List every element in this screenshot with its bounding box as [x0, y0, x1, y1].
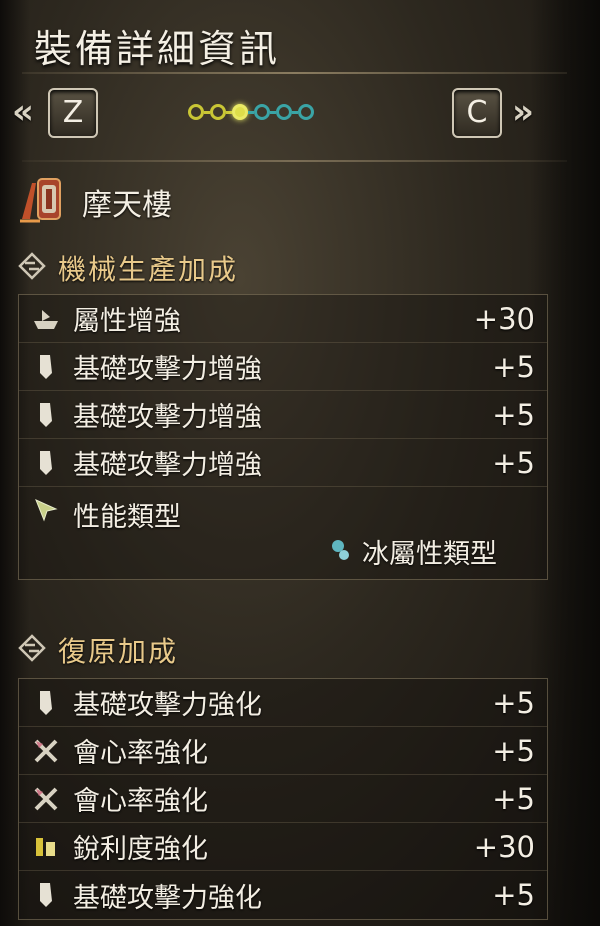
- list-item[interactable]: 基礎攻擊力增強 +5: [19, 343, 547, 391]
- section-title: 機械生產加成: [58, 253, 239, 286]
- nav-right-arrow[interactable]: »: [512, 92, 534, 132]
- bonus-label: 屬性增強: [73, 306, 181, 337]
- list-item[interactable]: 會心率強化 +5: [19, 775, 547, 823]
- blade-icon: [31, 880, 61, 910]
- augment-crest-icon: [18, 252, 46, 284]
- bonus-label: 基礎攻擊力強化: [73, 882, 262, 914]
- page-dot[interactable]: [276, 104, 292, 120]
- ice-element-icon: [330, 538, 352, 566]
- list-item[interactable]: 基礎攻擊力增強 +5: [19, 439, 547, 487]
- machine-bonus-list: 屬性增強 +30 基礎攻擊力增強 +5 基礎攻擊力增強 +5 基礎攻擊力增強 +…: [18, 294, 548, 580]
- page-indicator: [188, 102, 314, 122]
- blade-icon: [31, 688, 61, 718]
- item-name: 摩天樓: [82, 188, 172, 223]
- section-title: 復原加成: [58, 635, 179, 668]
- section-header-machine: 機械生產加成: [18, 248, 238, 288]
- performance-sub-label: 冰屬性類型: [362, 539, 497, 570]
- bonus-label: 基礎攻擊力增強: [73, 450, 262, 481]
- performance-type-row[interactable]: 性能類型 冰屬性類型: [19, 487, 547, 579]
- page-dot[interactable]: [210, 104, 226, 120]
- prev-key-button[interactable]: Z: [48, 88, 98, 138]
- bonus-label: 基礎攻擊力增強: [73, 354, 262, 385]
- equipment-detail-panel: 裝備詳細資訊 « Z C » 摩天樓 機械生產加成 屬性增強 +30 基礎攻擊力…: [12, 0, 572, 926]
- blade-icon: [31, 400, 61, 430]
- bonus-label: 銳利度強化: [73, 834, 208, 865]
- performance-value: 冰屬性類型: [330, 532, 497, 571]
- next-key-button[interactable]: C: [452, 88, 502, 138]
- sharpness-icon: [31, 832, 61, 862]
- crossed-swords-icon: [31, 736, 61, 766]
- list-item[interactable]: 基礎攻擊力增強 +5: [19, 391, 547, 439]
- page-title: 裝備詳細資訊: [34, 27, 281, 71]
- crossed-swords-icon: [31, 784, 61, 814]
- blade-icon: [31, 352, 61, 382]
- list-item[interactable]: 銳利度強化 +30: [19, 823, 547, 871]
- list-item[interactable]: 會心率強化 +5: [19, 727, 547, 775]
- performance-label: 性能類型: [73, 502, 181, 533]
- bonus-value: +5: [492, 733, 535, 768]
- bonus-value: +30: [473, 301, 535, 336]
- bonus-label: 基礎攻擊力強化: [73, 690, 262, 721]
- item-header: 摩天樓: [16, 176, 172, 228]
- title-divider: [22, 72, 567, 74]
- ship-icon: [31, 304, 61, 334]
- list-item[interactable]: 屬性增強 +30: [19, 295, 547, 343]
- bonus-label: 會心率強化: [73, 738, 208, 769]
- page-dot[interactable]: [298, 104, 314, 120]
- bonus-value: +5: [492, 685, 535, 720]
- bonus-label: 基礎攻擊力增強: [73, 402, 262, 433]
- list-item[interactable]: 基礎攻擊力強化 +5: [19, 871, 547, 919]
- bonus-value: +30: [473, 829, 535, 864]
- nav-divider: [22, 160, 567, 162]
- page-dot[interactable]: [188, 104, 204, 120]
- gunlance-weapon-icon: [16, 175, 72, 229]
- bonus-value: +5: [492, 445, 535, 480]
- augment-crest-icon: [18, 634, 46, 666]
- bonus-value: +5: [492, 397, 535, 432]
- nav-left-arrow[interactable]: «: [12, 92, 34, 132]
- bonus-value: +5: [492, 781, 535, 816]
- page-dot[interactable]: [254, 104, 270, 120]
- page-dot-active[interactable]: [232, 104, 248, 120]
- bonus-label: 會心率強化: [73, 786, 208, 817]
- arrow-cursor-icon: [31, 495, 61, 525]
- list-item[interactable]: 基礎攻擊力強化 +5: [19, 679, 547, 727]
- blade-icon: [31, 448, 61, 478]
- section-header-restore: 復原加成: [18, 630, 178, 670]
- bonus-value: +5: [492, 878, 535, 912]
- bonus-value: +5: [492, 349, 535, 384]
- restore-bonus-list: 基礎攻擊力強化 +5 會心率強化 +5 會心率強化 +5 銳利度強化 +30 基…: [18, 678, 548, 920]
